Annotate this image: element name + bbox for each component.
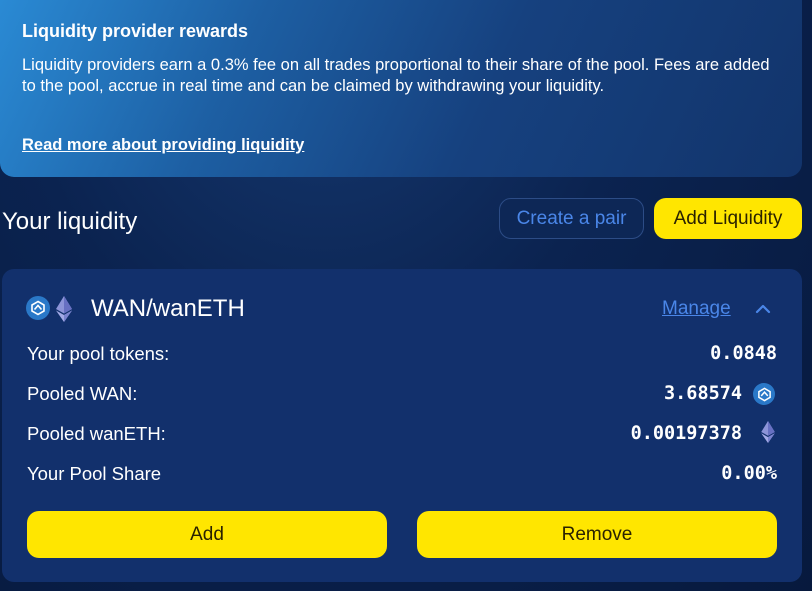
eth-token-icon <box>761 421 775 443</box>
create-pair-button[interactable]: Create a pair <box>499 198 644 239</box>
pooled-waneth-label: Pooled wanETH: <box>27 423 166 444</box>
remove-button[interactable]: Remove <box>417 511 777 558</box>
pool-tokens-label: Your pool tokens: <box>27 343 170 364</box>
pool-share-label: Your Pool Share <box>27 463 162 484</box>
pool-share-value: 0.00% <box>721 463 777 484</box>
pooled-wan-value: 3.68574 <box>664 383 742 404</box>
info-card: Liquidity provider rewards Liquidity pro… <box>0 0 802 177</box>
pair-name: WAN/wanETH <box>91 295 245 322</box>
add-button[interactable]: Add <box>27 511 387 558</box>
wan-token-icon <box>753 383 775 405</box>
wan-token-icon <box>26 296 50 320</box>
info-body: Liquidity providers earn a 0.3% fee on a… <box>22 56 770 95</box>
pair-icons <box>26 296 76 322</box>
chevron-up-icon[interactable] <box>754 300 772 318</box>
pooled-wan-label: Pooled WAN: <box>27 383 138 404</box>
read-more-link[interactable]: Read more about providing liquidity <box>22 136 304 155</box>
add-liquidity-button[interactable]: Add Liquidity <box>654 198 802 239</box>
manage-link[interactable]: Manage <box>662 298 731 320</box>
eth-token-icon <box>56 296 72 322</box>
your-liquidity-title: Your liquidity <box>2 208 138 235</box>
pooled-waneth-value: 0.00197378 <box>630 423 742 444</box>
info-title: Liquidity provider rewards <box>22 21 249 41</box>
pool-tokens-value: 0.0848 <box>710 343 777 364</box>
